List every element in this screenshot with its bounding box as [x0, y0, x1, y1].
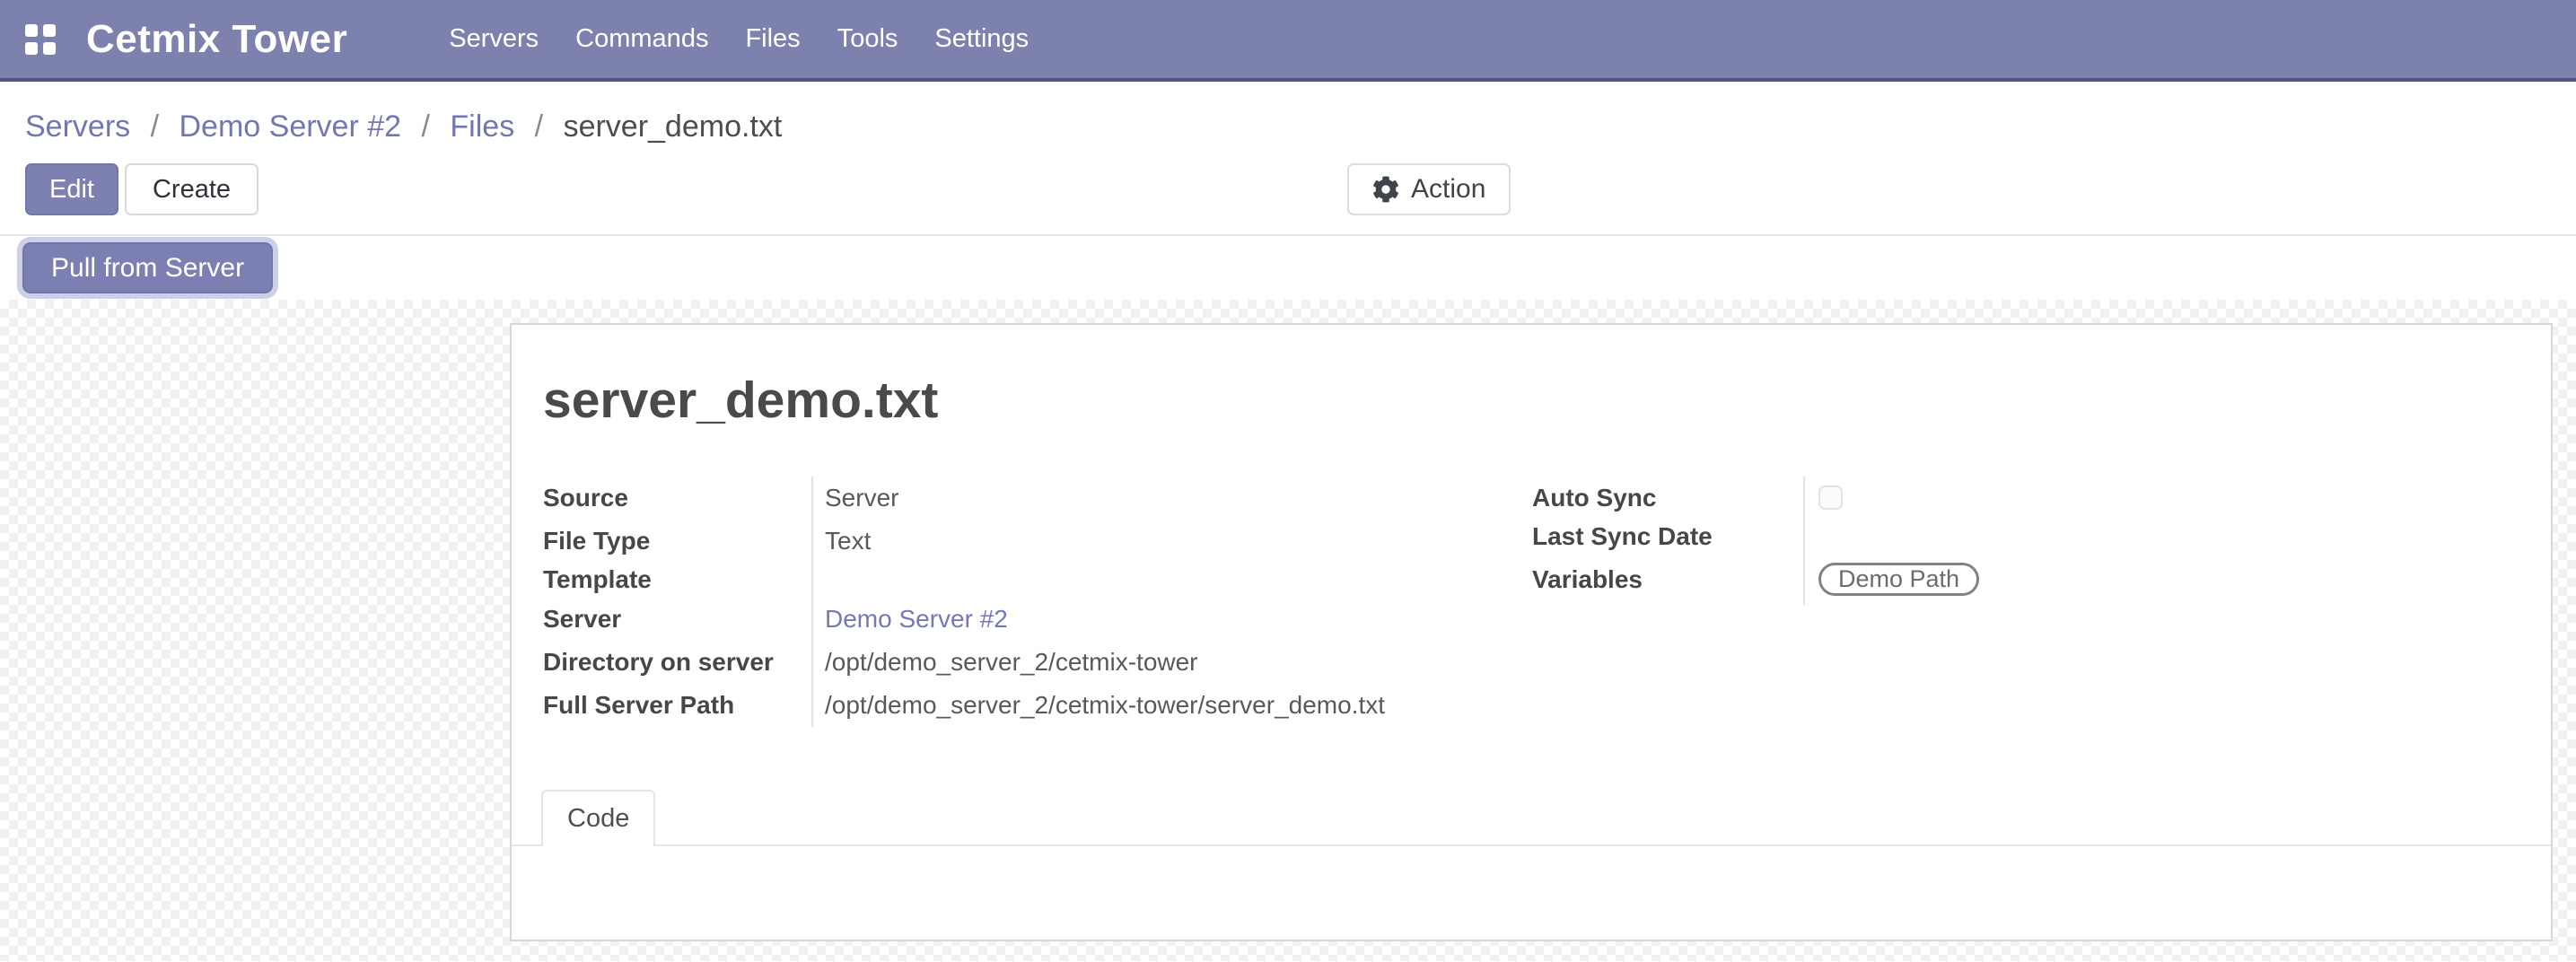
app-brand[interactable]: Cetmix Tower: [86, 17, 347, 62]
auto-sync-checkbox[interactable]: [1818, 485, 1843, 510]
breadcrumb-link-files[interactable]: Files: [450, 109, 514, 144]
tab-content-code: [543, 846, 2515, 941]
field-value: Demo Server #2: [811, 598, 1532, 641]
field-label: Source: [543, 477, 811, 520]
field-label: Last Sync Date: [1532, 520, 1803, 555]
apps-menu-icon[interactable]: [25, 24, 56, 55]
app-window: Cetmix Tower Servers Commands Files Tool…: [0, 0, 2576, 962]
variable-tag[interactable]: Demo Path: [1818, 563, 1979, 596]
field-value: Server: [811, 477, 1532, 520]
field-group-left: Source Server File Type Text Template Se…: [543, 477, 1532, 727]
page-title: server_demo.txt: [543, 372, 2515, 431]
server-link[interactable]: Demo Server #2: [825, 605, 1008, 634]
breadcrumb: Servers / Demo Server #2 / Files / serve…: [25, 109, 2551, 144]
apps-grid-square: [43, 24, 56, 37]
action-button-label: Action: [1411, 174, 1485, 205]
field-label: Template: [543, 563, 811, 598]
menu-item-commands[interactable]: Commands: [575, 24, 708, 54]
field-row-variables: Variables Demo Path: [1532, 555, 2515, 605]
create-button[interactable]: Create: [125, 163, 258, 215]
field-label: Full Server Path: [543, 684, 811, 727]
field-label: Auto Sync: [1532, 477, 1803, 520]
field-group-right: Auto Sync Last Sync Date Variables Demo …: [1532, 477, 2515, 727]
field-row-source: Source Server: [543, 477, 1532, 520]
field-row-last-sync-date: Last Sync Date: [1532, 520, 2515, 555]
control-panel: Servers / Demo Server #2 / Files / serve…: [0, 82, 2576, 234]
breadcrumb-separator: /: [151, 109, 159, 144]
field-value: Text: [811, 520, 1532, 563]
field-label: File Type: [543, 520, 811, 563]
field-value: [811, 563, 1532, 598]
breadcrumb-current: server_demo.txt: [564, 109, 783, 144]
breadcrumb-link-servers[interactable]: Servers: [25, 109, 130, 144]
breadcrumb-link-demo-server[interactable]: Demo Server #2: [180, 109, 402, 144]
field-row-file-type: File Type Text: [543, 520, 1532, 563]
field-row-server: Server Demo Server #2: [543, 598, 1532, 641]
top-navbar: Cetmix Tower Servers Commands Files Tool…: [0, 0, 2576, 82]
menu-item-servers[interactable]: Servers: [449, 24, 539, 54]
edit-button[interactable]: Edit: [25, 163, 118, 215]
menu-item-tools[interactable]: Tools: [837, 24, 898, 54]
breadcrumb-separator: /: [422, 109, 430, 144]
pull-from-server-button[interactable]: Pull from Server: [22, 242, 273, 293]
field-value: Demo Path: [1803, 555, 2515, 605]
statusbar: Pull from Server: [0, 234, 2576, 300]
tab-code[interactable]: Code: [541, 790, 655, 846]
apps-grid-square: [43, 42, 56, 55]
toolbar: Edit Create Action: [25, 163, 2551, 215]
field-label: Variables: [1532, 555, 1803, 605]
field-row-auto-sync: Auto Sync: [1532, 477, 2515, 520]
menu-item-files[interactable]: Files: [745, 24, 800, 54]
field-label: Server: [543, 598, 811, 641]
field-row-directory: Directory on server /opt/demo_server_2/c…: [543, 641, 1532, 684]
main-menu: Servers Commands Files Tools Settings: [449, 24, 1029, 54]
form-view-background: server_demo.txt Source Server File Type …: [0, 300, 2576, 961]
field-value: /opt/demo_server_2/cetmix-tower/server_d…: [811, 684, 1532, 727]
gear-icon: [1372, 176, 1399, 203]
field-value: /opt/demo_server_2/cetmix-tower: [811, 641, 1532, 684]
form-sheet: server_demo.txt Source Server File Type …: [510, 323, 2553, 941]
apps-grid-square: [25, 24, 38, 37]
field-groups: Source Server File Type Text Template Se…: [543, 477, 2515, 727]
menu-item-settings[interactable]: Settings: [934, 24, 1029, 54]
field-value: [1803, 520, 2515, 555]
apps-grid-square: [25, 42, 38, 55]
breadcrumb-separator: /: [535, 109, 543, 144]
action-button[interactable]: Action: [1347, 163, 1511, 215]
notebook-tabbar: Code: [512, 790, 2551, 846]
field-label: Directory on server: [543, 641, 811, 684]
field-row-full-path: Full Server Path /opt/demo_server_2/cetm…: [543, 684, 1532, 727]
field-value: [1803, 477, 2515, 520]
field-row-template: Template: [543, 563, 1532, 598]
